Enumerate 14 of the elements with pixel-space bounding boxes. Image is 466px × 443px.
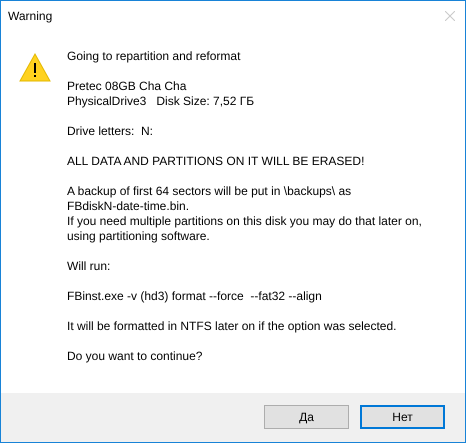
warning-icon <box>19 53 51 82</box>
message-text: ALL DATA AND PARTITIONS ON IT WILL BE ERASED! <box>67 154 366 169</box>
window-title: Warning <box>8 8 52 25</box>
message-text: Will run: <box>67 259 112 274</box>
message-text: Drive letters: N: <box>67 124 154 139</box>
message-text: A backup of first 64 sectors will be put in \backups\ as FBdiskN-date-time.bin. If you need multiple partitions on this disk you may do that later on, using partitioning software. <box>67 184 422 244</box>
close-icon[interactable] <box>445 11 455 21</box>
message-text: It will be formatted in NTFS later on if the option was selected. <box>67 319 398 334</box>
message-text: Going to repartition and reformat <box>67 49 242 64</box>
message-text: Pretec 08GB Cha Cha PhysicalDrive3 Disk Size: 7,52 ГБ <box>67 79 256 109</box>
message-text: Do you want to continue? <box>67 349 204 364</box>
dialog-button[interactable]: Да <box>264 405 349 429</box>
dialog-button[interactable]: Нет <box>360 405 445 429</box>
message-text: FBinst.exe -v (hd3) format --force --fat32 --align <box>67 289 323 304</box>
